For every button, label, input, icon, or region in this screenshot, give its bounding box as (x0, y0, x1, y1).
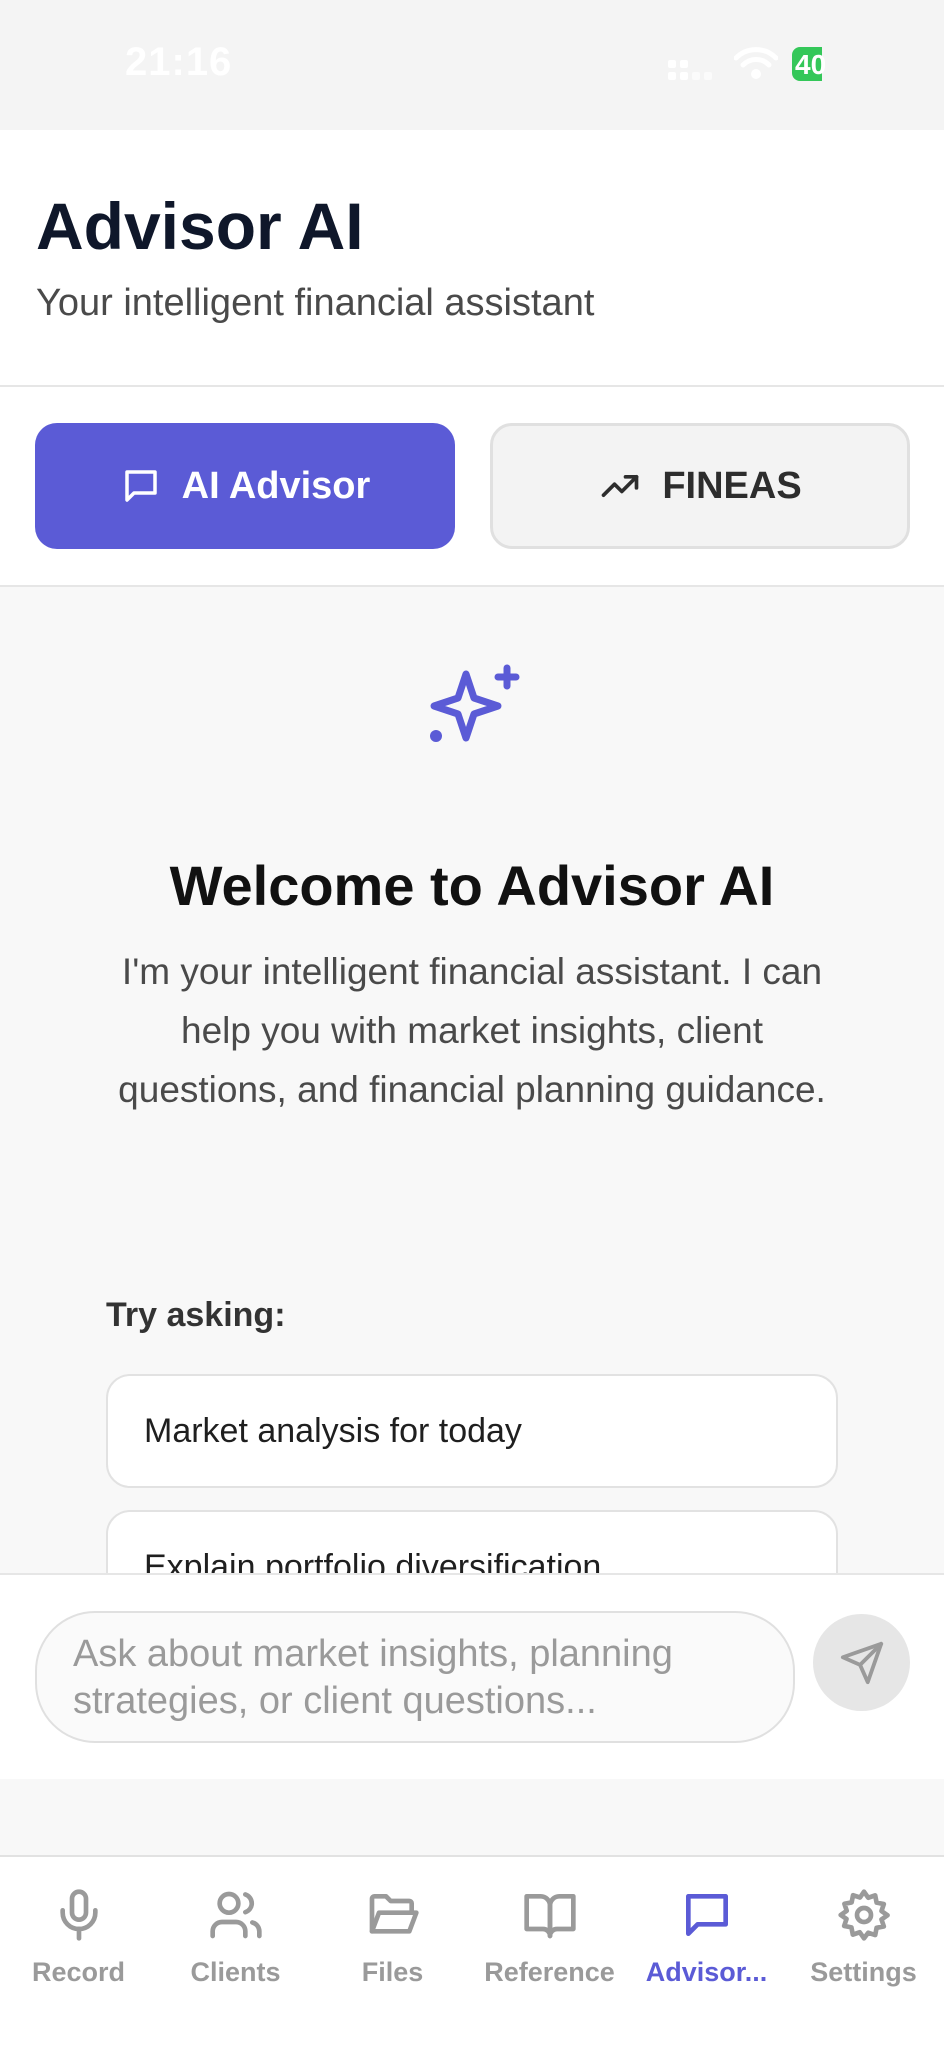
suggestions-label: Try asking: (106, 1296, 286, 1334)
nav-item-advisor[interactable]: Advisor... (628, 1887, 785, 1988)
message-input[interactable]: Ask about market insights, planning stra… (35, 1611, 795, 1743)
tab-label: AI Advisor (181, 464, 371, 507)
page-subtitle: Your intelligent financial assistant (36, 282, 595, 324)
sparkle-icon (430, 664, 520, 742)
users-icon (209, 1891, 262, 1939)
book-open-icon (523, 1894, 576, 1939)
nav-label: Advisor... (645, 1957, 768, 1987)
message-square-icon (124, 470, 157, 502)
page-title: Advisor AI (36, 189, 364, 263)
folder-open-icon (369, 1894, 419, 1934)
page-header: Advisor AI Your intelligent financial as… (0, 130, 944, 387)
mic-icon (59, 1889, 98, 1941)
nav-label: Files (361, 1957, 424, 1987)
trending-up-icon (601, 475, 639, 497)
nav-label: Reference (484, 1957, 615, 1987)
tab-fineas[interactable]: FINEAS (490, 423, 910, 549)
bottom-navigation: Record Clients Files Reference Advisor..… (0, 1855, 944, 2048)
status-bar: 21:16 40 (0, 0, 944, 130)
send-button[interactable] (813, 1614, 910, 1711)
nav-label: Settings (810, 1957, 917, 1987)
suggestions-list: Market analysis for today Explain portfo… (0, 1370, 944, 1573)
nav-item-reference[interactable]: Reference (471, 1887, 628, 1988)
gear-icon (837, 1889, 890, 1941)
advisor-ai-screen: 21:16 40 Advisor AI Your intelligent fin… (0, 0, 944, 2048)
suggestion-item[interactable]: Explain portfolio diversification (106, 1510, 838, 1573)
suggestion-item[interactable]: Market analysis for today (106, 1374, 838, 1488)
tab-label: FINEAS (662, 464, 802, 507)
wifi-icon (734, 47, 778, 79)
mode-tabs: AI Advisor FINEAS (0, 387, 944, 587)
message-square-icon (685, 1894, 728, 1936)
nav-item-clients[interactable]: Clients (157, 1887, 314, 1988)
tab-ai-advisor[interactable]: AI Advisor (35, 423, 455, 549)
status-time: 21:16 (125, 40, 233, 84)
welcome-title: Welcome to Advisor AI (169, 854, 775, 917)
send-icon (840, 1641, 883, 1684)
battery-percent: 40 (795, 49, 827, 80)
nav-label: Record (31, 1957, 126, 1987)
nav-item-record[interactable]: Record (0, 1887, 157, 1988)
nav-label: Clients (190, 1957, 281, 1987)
welcome-text: I'm your intelligent financial assistant… (118, 951, 826, 1110)
cellular-signal-icon (668, 60, 712, 80)
battery-indicator: 40 (792, 47, 854, 81)
message-composer: Ask about market insights, planning stra… (0, 1573, 944, 1779)
nav-item-files[interactable]: Files (314, 1887, 471, 1988)
nav-item-settings[interactable]: Settings (785, 1887, 942, 1988)
